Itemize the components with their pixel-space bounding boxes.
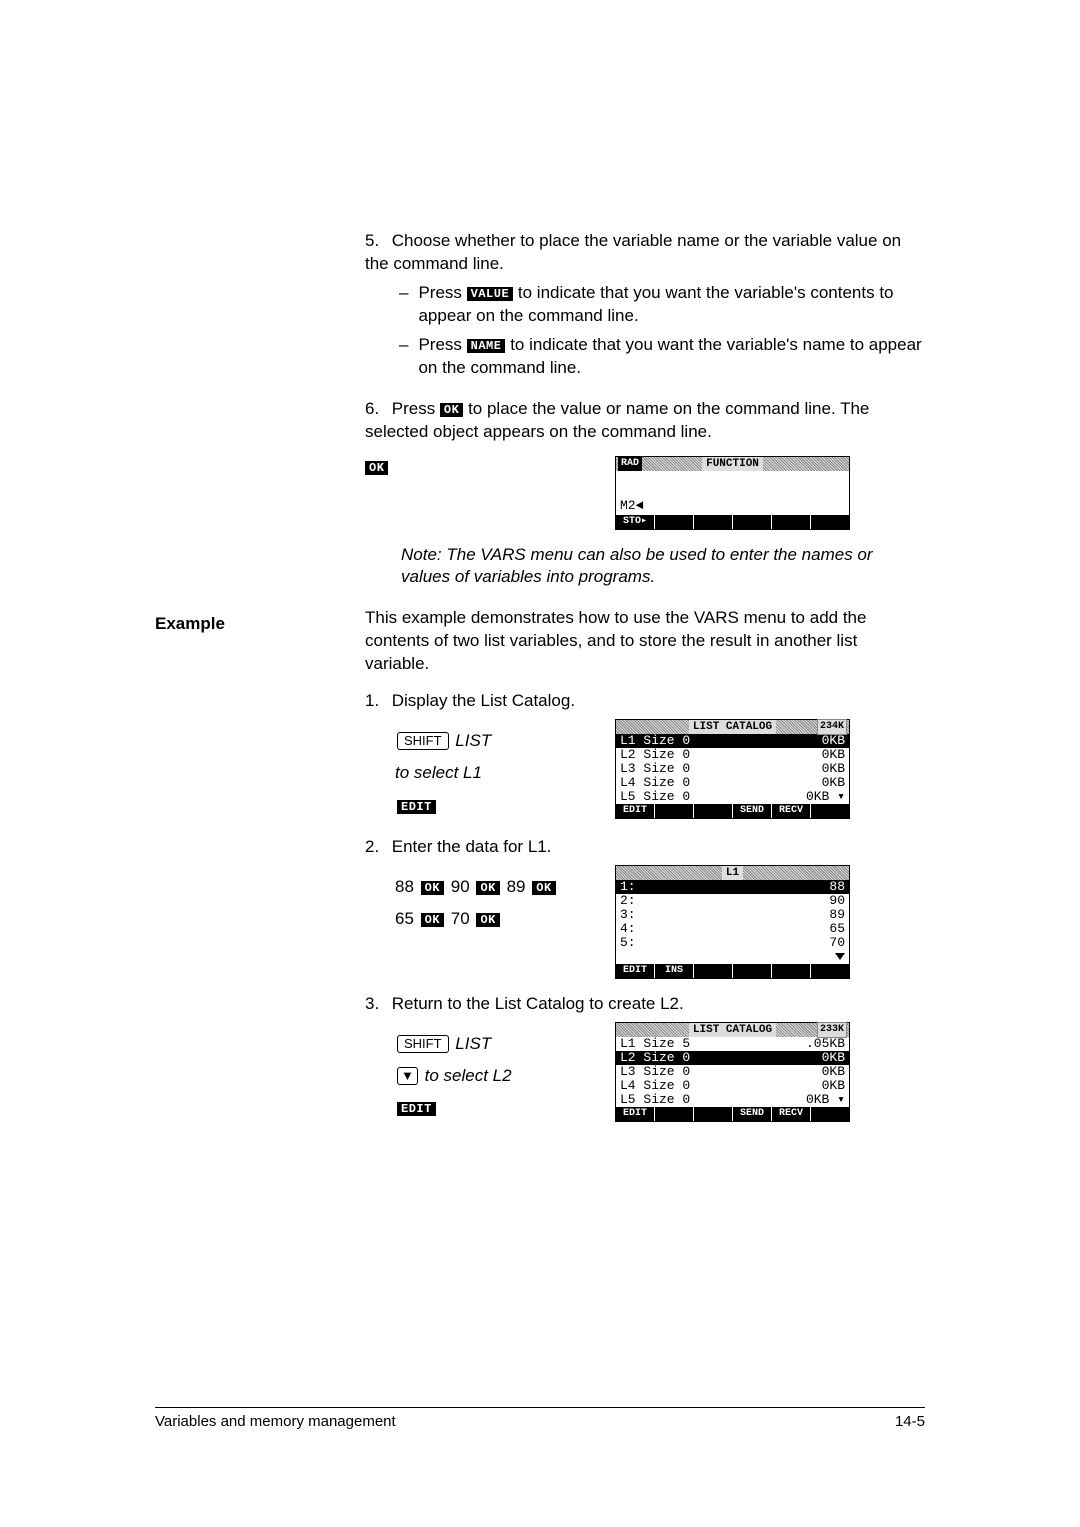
calc-screen-1: RAD FUNCTION M2◄ STO▸ [615,456,850,530]
ex1-num: 1. [365,690,387,713]
down-arrow-key: ▼ [397,1067,418,1085]
calc1-title: FUNCTION [702,457,763,471]
select-l1: to select L1 [395,763,482,782]
calc4-mem: 233K [817,1022,847,1038]
ok-softkey: OK [440,403,463,417]
ok-softkey-lone: OK [365,461,388,475]
footer-title: Variables and memory management [155,1412,396,1432]
ex3-text: Return to the List Catalog to create L2. [392,994,684,1013]
calc2-mem: 234K [817,719,847,735]
edit-softkey-2: EDIT [397,1102,436,1116]
calc2-title: LIST CATALOG [689,720,776,734]
scroll-down-icon [835,953,845,960]
step-5: 5. Choose whether to place the variable … [365,230,925,380]
value-softkey: VALUE [467,287,514,301]
ok-key-4: OK [421,913,444,927]
shift-key: SHIFT [397,732,449,750]
ex2-num: 2. [365,836,387,859]
calc-screen-3: L1 1:88 2:90 3:89 4:65 5:70 [615,865,850,979]
calc1-soft: STO▸ [616,515,849,529]
calc3-title: L1 [722,866,743,880]
vars-note: Note: The VARS menu can also be used to … [401,544,925,590]
page-footer: Variables and memory management 14-5 [155,1407,925,1432]
list-label: LIST [455,731,491,750]
step-6-num: 6. [365,398,387,421]
step-5b: – Press NAME to indicate that you want t… [399,334,925,380]
calc4-title: LIST CATALOG [689,1023,776,1037]
step-5-num: 5. [365,230,387,253]
footer-page: 14-5 [895,1412,925,1432]
ok-key-3: OK [532,881,555,895]
select-l2: to select L2 [425,1066,512,1085]
ex1-text: Display the List Catalog. [392,691,575,710]
shift-key-2: SHIFT [397,1035,449,1053]
step-6: 6. Press OK to place the value or name o… [365,398,925,590]
ok-key-1: OK [421,881,444,895]
calc1-rad: RAD [618,457,642,471]
step-5a: – Press VALUE to indicate that you want … [399,282,925,328]
ex3-num: 3. [365,993,387,1016]
calc-screen-4: LIST CATALOG 233K L1 Size 5.05KB L2 Size… [615,1022,850,1122]
calc1-entry: M2◄ [620,499,845,513]
step-5-text: Choose whether to place the variable nam… [365,231,901,273]
calc-screen-2: LIST CATALOG 234K L1 Size 00KB L2 Size 0… [615,719,850,819]
ok-key-2: OK [476,881,499,895]
ok-key-5: OK [476,913,499,927]
example-intro: This example demonstrates how to use the… [365,607,925,676]
ex2-text: Enter the data for L1. [392,837,552,856]
list-label-2: LIST [455,1034,491,1053]
edit-softkey: EDIT [397,800,436,814]
name-softkey: NAME [467,339,506,353]
example-heading: Example [155,613,335,636]
